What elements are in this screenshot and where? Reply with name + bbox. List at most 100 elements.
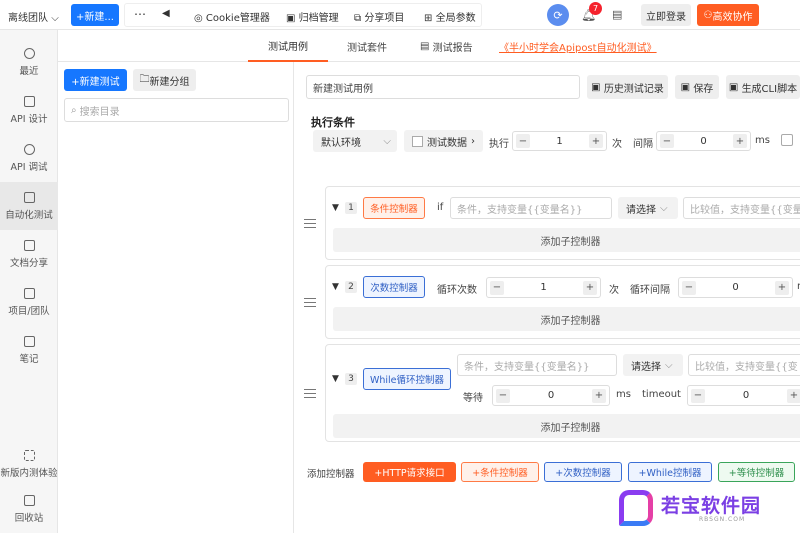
run-times-value: 1 (556, 135, 563, 147)
minus-icon[interactable]: − (516, 134, 530, 148)
login-button[interactable]: 立即登录 (641, 4, 691, 26)
loop-count-stepper[interactable]: − 1 + (486, 277, 601, 298)
wait-value: 0 (547, 390, 555, 401)
debug-icon (23, 143, 35, 155)
test-data-button[interactable]: 测试数据 › (404, 130, 483, 152)
add-count-button[interactable]: +次数控制器 (544, 462, 622, 482)
sidebar-item-auto-test[interactable]: 自动化测试 (0, 182, 58, 230)
plus-icon[interactable]: + (589, 134, 603, 148)
tab-test-case[interactable]: 测试用例 (248, 30, 328, 62)
case-name-input[interactable]: 新建测试用例 (306, 75, 580, 99)
add-wait-button[interactable]: +等待控制器 (718, 462, 795, 482)
archive-button[interactable]: ▣ 归档管理 (286, 9, 339, 24)
plus-icon[interactable]: + (592, 388, 606, 403)
sidebar-item-label: 最近 (19, 65, 39, 77)
operator-label: 请选择 (631, 361, 661, 373)
new-group-label: 新建分组 (149, 76, 190, 88)
tab-test-report[interactable]: ▤ 测试报告 (420, 30, 473, 62)
drag-handle-icon[interactable] (304, 219, 316, 228)
loop-count-label: 循环次数 (437, 285, 477, 296)
env-select[interactable]: 默认环境 ⌵ (313, 130, 397, 152)
count-controller-card: ▼ 2 次数控制器 循环次数 −1+ 次 循环间隔 −0+ m 添加子控制器 (325, 265, 800, 339)
back-icon[interactable]: ◀ (162, 8, 170, 19)
new-group-button[interactable]: 🗀︎ 新建分组 (133, 69, 196, 91)
wait-stepper[interactable]: − 0 + (492, 385, 610, 406)
while-compare-input[interactable]: 比较值，支持变量{{变 (688, 354, 800, 376)
sidebar-item-api-design[interactable]: API 设计 (0, 86, 58, 134)
timeout-label: timeout (642, 389, 681, 400)
plus-icon[interactable]: + (775, 280, 789, 295)
scan-icon (23, 449, 35, 461)
exec-title: 执行条件 (311, 116, 355, 129)
save-button[interactable]: ▣ 保存 (675, 75, 719, 99)
step-number: 1 (345, 202, 357, 214)
sidebar-item-beta[interactable]: 新版内测体验 (0, 440, 58, 488)
run-times-stepper[interactable]: − 1 + (512, 131, 607, 151)
sync-icon[interactable]: ⟳ (547, 4, 569, 26)
cookie-icon: ◎ (194, 13, 203, 24)
add-child-controller-button[interactable]: 添加子控制器 (333, 228, 800, 252)
sidebar-item-recent[interactable]: 最近 (0, 38, 58, 86)
collapse-icon[interactable]: ▼ (332, 374, 339, 384)
drag-handle-icon[interactable] (304, 389, 316, 398)
more-icon[interactable]: ⋯ (134, 7, 146, 21)
tab-tutorial-link[interactable]: 《半小时学会Apipost自动化测试》 (499, 30, 657, 62)
while-operator-select[interactable]: 请选择 ⌵ (623, 354, 683, 376)
doc-share-icon (23, 239, 35, 251)
sidebar-item-doc-share[interactable]: 文档分享 (0, 230, 58, 278)
minus-icon[interactable]: − (660, 134, 674, 148)
timeout-stepper[interactable]: − 0 + (687, 385, 800, 406)
ms-unit: ms (755, 135, 770, 146)
directory-search-input[interactable]: ⌕ 搜索目录 (64, 98, 289, 122)
add-child-controller-button[interactable]: 添加子控制器 (333, 414, 800, 438)
step-number: 2 (345, 281, 357, 293)
cli-button[interactable]: ▣ 生成CLI脚本 (726, 75, 800, 99)
collapse-icon[interactable]: ▼ (332, 203, 339, 213)
interval-stepper[interactable]: − 0 + (656, 131, 751, 151)
ms-unit: ms (616, 389, 631, 400)
while-condition-input[interactable]: 条件，支持变量{{变量名}} (457, 354, 617, 376)
sidebar-item-api-debug[interactable]: API 调试 (0, 134, 58, 182)
sidebar-item-notes[interactable]: 笔记 (0, 326, 58, 374)
minus-icon[interactable]: − (496, 388, 510, 403)
extra-checkbox[interactable] (781, 134, 793, 146)
archive-icon: ▣ (286, 13, 296, 24)
global-params-button[interactable]: ⊞ 全局参数 (424, 9, 476, 24)
tab-test-suite[interactable]: 测试套件 (347, 30, 387, 62)
plus-icon[interactable]: + (733, 134, 747, 148)
new-test-button[interactable]: +新建测试 (64, 69, 127, 91)
condition-input[interactable]: 条件，支持变量{{变量名}} (450, 197, 612, 219)
condition-controller-tag: 条件控制器 (363, 197, 425, 219)
operator-select[interactable]: 请选择 ⌵ (618, 197, 678, 219)
share-project-button[interactable]: ⧉ 分享项目 (354, 9, 404, 24)
sidebar-item-project-team[interactable]: 项目/团队 (0, 278, 58, 326)
add-http-button[interactable]: +HTTP请求接口 (363, 462, 456, 482)
add-condition-button[interactable]: +条件控制器 (461, 462, 539, 482)
compare-input[interactable]: 比较值，支持变量{{变量 (683, 197, 800, 219)
document-icon[interactable]: ▤ (612, 8, 622, 21)
history-button[interactable]: ▣ 历史测试记录 (587, 75, 668, 99)
new-button[interactable]: +新建... (71, 4, 119, 26)
minus-icon[interactable]: − (691, 388, 705, 403)
cookie-manager-button[interactable]: ◎ Cookie管理器 (194, 9, 270, 24)
plus-icon[interactable]: + (583, 280, 597, 295)
add-controller-label: 添加控制器 (307, 469, 355, 480)
plus-icon[interactable]: + (787, 388, 800, 403)
add-child-controller-button[interactable]: 添加子控制器 (333, 307, 800, 331)
minus-icon[interactable]: − (682, 280, 696, 295)
add-while-button[interactable]: +While控制器 (628, 462, 712, 482)
minus-icon[interactable]: − (490, 280, 504, 295)
chevron-down-icon: ⌵ (660, 202, 668, 214)
drag-handle-icon[interactable] (304, 298, 316, 307)
sidebar-item-trash[interactable]: 回收站 (0, 485, 58, 533)
team-selector[interactable]: 离线团队 ⌵ (8, 9, 59, 24)
collab-button[interactable]: ⚇ 高效协作 (697, 4, 759, 26)
search-icon: ⌕ (71, 104, 77, 116)
loop-interval-label: 循环间隔 (630, 285, 670, 296)
sidebar-item-label: API 设计 (10, 113, 48, 125)
collapse-icon[interactable]: ▼ (332, 282, 339, 292)
step-number: 3 (345, 373, 357, 385)
operator-label: 请选择 (626, 204, 656, 216)
count-controller-tag: 次数控制器 (363, 276, 425, 298)
loop-interval-stepper[interactable]: − 0 + (678, 277, 793, 298)
